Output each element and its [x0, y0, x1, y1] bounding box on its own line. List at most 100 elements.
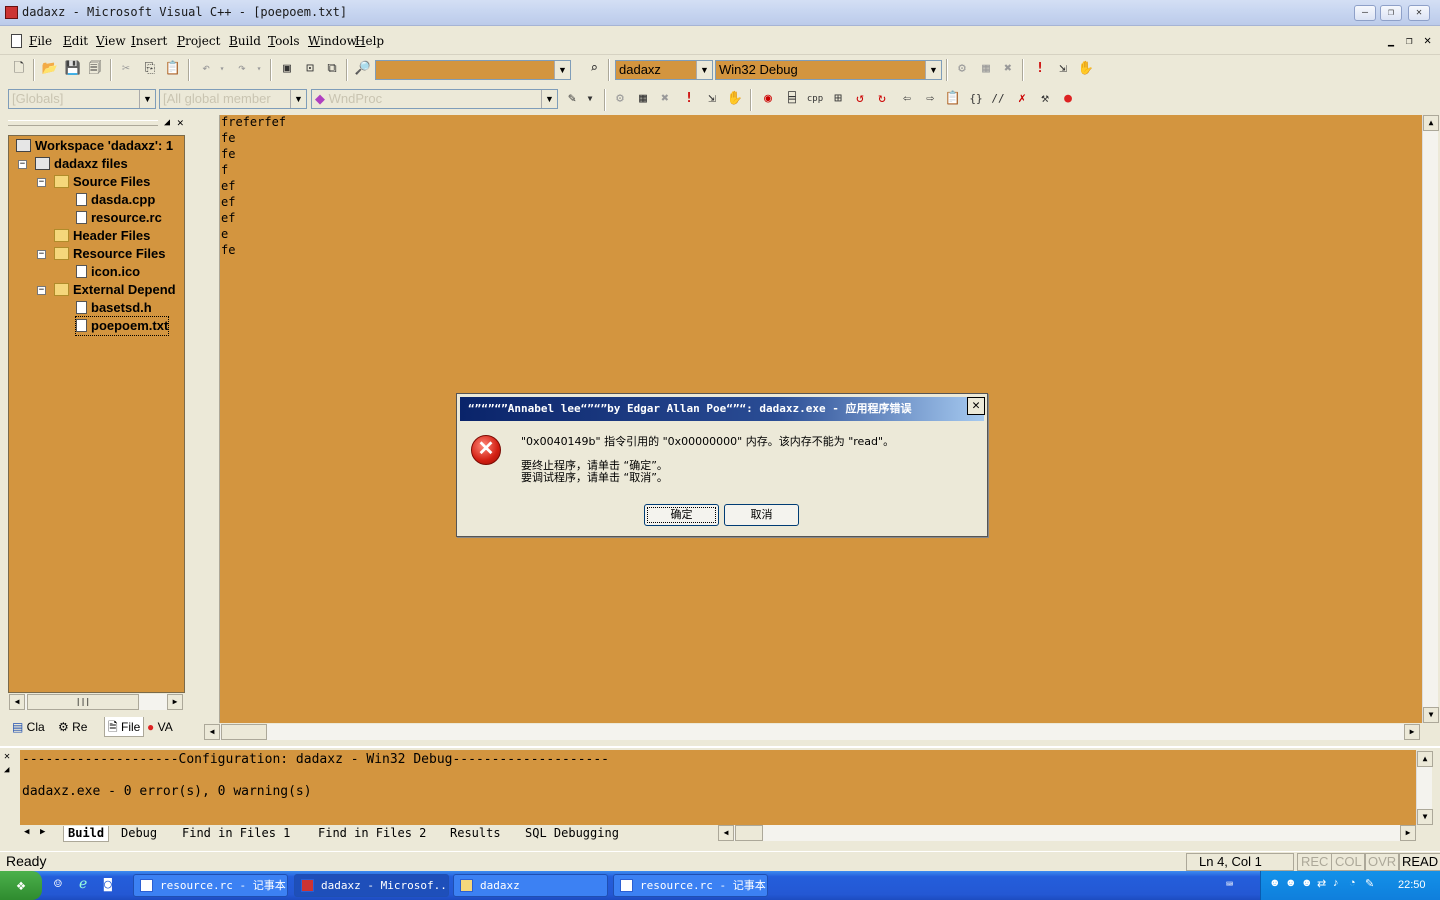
scroll-thumb[interactable] — [735, 825, 763, 841]
function-combo[interactable]: ◆ WndProc ▼ — [311, 89, 558, 109]
tray-app-icon[interactable]: ◔ — [1349, 877, 1356, 889]
class-combo[interactable]: [Globals] ▼ — [8, 89, 156, 109]
menu-file[interactable]: File — [29, 34, 52, 48]
restore-button[interactable]: ❐ — [1380, 5, 1402, 21]
clock[interactable]: 22:50 — [1398, 879, 1426, 891]
tab-scroll-right-icon[interactable]: ▶ — [40, 827, 45, 837]
quicklaunch-user-icon[interactable]: ☺ — [54, 877, 62, 892]
maximize-pane-icon[interactable]: ◢ — [164, 117, 170, 128]
back-arrow-icon[interactable]: ⇦ — [897, 89, 917, 109]
volume-icon[interactable]: ♪ — [1333, 877, 1339, 889]
config-combo[interactable]: Win32 Debug ▼ — [715, 60, 942, 80]
chevron-down-icon[interactable]: ▼ — [696, 61, 712, 79]
new-file-icon[interactable]: 🗋 — [9, 59, 29, 79]
output-vscrollbar[interactable]: ▲ ▼ — [1416, 751, 1433, 825]
stop-build-icon[interactable]: ✖ — [998, 59, 1018, 79]
window-list-icon[interactable]: ⧉ — [322, 59, 342, 79]
close-pane-icon[interactable]: ✕ — [177, 116, 184, 129]
grip[interactable] — [8, 120, 158, 126]
menu-build[interactable]: Build — [229, 34, 261, 48]
taskbar-button-notepad-2[interactable]: resource.rc - 记事本 — [613, 874, 768, 897]
tree-item-file-selected[interactable]: poepoem.txt — [74, 316, 170, 336]
cancel-button[interactable]: 取消 — [724, 504, 799, 526]
output-pane[interactable]: --------------------Configuration: dadax… — [20, 750, 1416, 825]
tree-item-external-deps[interactable]: External Depend — [54, 281, 176, 299]
go-icon[interactable]: ⇲ — [1053, 59, 1073, 79]
tab-scroll-left-icon[interactable]: ◀ — [24, 827, 29, 837]
scroll-right-icon[interactable]: ▶ — [1404, 724, 1420, 740]
build-icon[interactable]: ▦ — [976, 59, 996, 79]
tree-item-source-files[interactable]: Source Files — [54, 173, 150, 191]
va-open-file-icon[interactable]: ◉ — [758, 89, 778, 109]
scroll-thumb[interactable]: ||| — [27, 694, 139, 710]
chevron-down-icon[interactable]: ▼ — [139, 90, 155, 108]
tree-item-file[interactable]: resource.rc — [76, 209, 162, 227]
qq-icon[interactable]: ☻ — [1301, 877, 1313, 889]
menu-edit[interactable]: Edit — [63, 34, 88, 48]
compile-icon[interactable]: ⚙ — [610, 89, 630, 109]
breakpoint-hand-icon[interactable]: ✋ — [1076, 59, 1096, 79]
va-paste-icon[interactable]: 📋 — [943, 89, 963, 109]
find-combo[interactable]: ▼ — [375, 60, 571, 80]
cut-icon[interactable]: ✂ — [116, 59, 136, 79]
minimize-button[interactable]: — — [1354, 5, 1376, 21]
scroll-thumb[interactable] — [221, 724, 267, 740]
va-reparse-icon[interactable]: ↻ — [872, 89, 892, 109]
stop-build-icon[interactable]: ✖ — [655, 89, 675, 109]
tree-item-file[interactable]: dasda.cpp — [76, 191, 155, 209]
tab-fileview[interactable]: 🗎 File — [104, 717, 145, 737]
dialog-close-button[interactable]: ✕ — [967, 397, 985, 415]
go-icon[interactable]: ⇲ — [702, 89, 722, 109]
scroll-up-icon[interactable]: ▲ — [1423, 115, 1439, 131]
find-icon[interactable]: ⌕ — [584, 59, 604, 79]
tomato-icon[interactable]: ● — [1058, 89, 1078, 109]
tab-find-in-files-1[interactable]: Find in Files 1 — [182, 826, 290, 842]
execute-icon[interactable]: ! — [679, 89, 699, 109]
menu-view[interactable]: View — [96, 34, 126, 48]
va-refactor-icon[interactable]: ↺ — [850, 89, 870, 109]
menu-insert[interactable]: Insert — [131, 34, 167, 48]
menu-help[interactable]: Help — [355, 34, 384, 48]
keyboard-icon[interactable]: ⌨ — [1226, 877, 1233, 891]
workspace-tree[interactable]: Workspace 'dadaxz': 1 − dadaxz files − S… — [8, 135, 185, 693]
project-combo[interactable]: dadaxz ▼ — [615, 60, 713, 80]
undo-dropdown-icon[interactable]: ▾ — [212, 59, 232, 79]
maximize-pane-icon[interactable]: ◢ — [4, 765, 9, 775]
scroll-left-icon[interactable]: ◀ — [204, 724, 220, 740]
ok-button[interactable]: 确定 — [644, 504, 719, 526]
close-pane-icon[interactable]: ✕ — [4, 751, 10, 762]
qq-icon[interactable]: ☻ — [1269, 877, 1281, 889]
output-hscrollbar[interactable]: ◀ ▶ — [718, 825, 1416, 841]
collapse-icon[interactable]: − — [18, 160, 27, 169]
tab-resourceview[interactable]: ⚙ Re — [58, 717, 87, 737]
tree-item-project[interactable]: dadaxz files — [35, 155, 128, 173]
members-combo[interactable]: [All global member ▼ — [159, 89, 307, 109]
collapse-icon[interactable]: − — [37, 178, 46, 187]
scroll-up-icon[interactable]: ▲ — [1417, 751, 1433, 767]
scroll-right-icon[interactable]: ▶ — [167, 694, 183, 710]
collapse-icon[interactable]: − — [37, 250, 46, 259]
va-cpp-h-icon[interactable]: cpp — [805, 89, 825, 109]
mdi-minimize-icon[interactable]: ▁ — [1388, 36, 1394, 47]
chevron-down-icon[interactable]: ▼ — [925, 61, 941, 79]
taskbar-button-notepad-1[interactable]: resource.rc - 记事本 — [133, 874, 288, 897]
menu-tools[interactable]: Tools — [268, 34, 300, 48]
qq-icon[interactable]: ☻ — [1285, 877, 1297, 889]
close-button[interactable]: ✕ — [1408, 5, 1430, 21]
scroll-down-icon[interactable]: ▼ — [1423, 707, 1439, 723]
compile-icon[interactable]: ⚙ — [952, 59, 972, 79]
tray-app-icon[interactable]: ✎ — [1365, 877, 1374, 890]
tree-item-file[interactable]: basetsd.h — [76, 299, 152, 317]
va-list-methods-icon[interactable]: ⊞ — [828, 89, 848, 109]
redo-dropdown-icon[interactable]: ▾ — [249, 59, 269, 79]
scroll-down-icon[interactable]: ▼ — [1417, 809, 1433, 825]
editor-vscrollbar[interactable]: ▲ ▼ — [1422, 115, 1439, 723]
tab-build[interactable]: Build — [63, 826, 110, 842]
network-icon[interactable]: ⇄ — [1317, 877, 1326, 890]
build-icon[interactable]: ▦ — [633, 89, 653, 109]
wizard-dropdown-icon[interactable]: ▼ — [580, 89, 600, 109]
scroll-left-icon[interactable]: ◀ — [718, 825, 734, 841]
tree-item-file[interactable]: icon.ico — [76, 263, 140, 281]
workspace-hscrollbar[interactable]: ◀ ||| ▶ — [9, 694, 183, 710]
paste-icon[interactable]: 📋 — [163, 59, 183, 79]
